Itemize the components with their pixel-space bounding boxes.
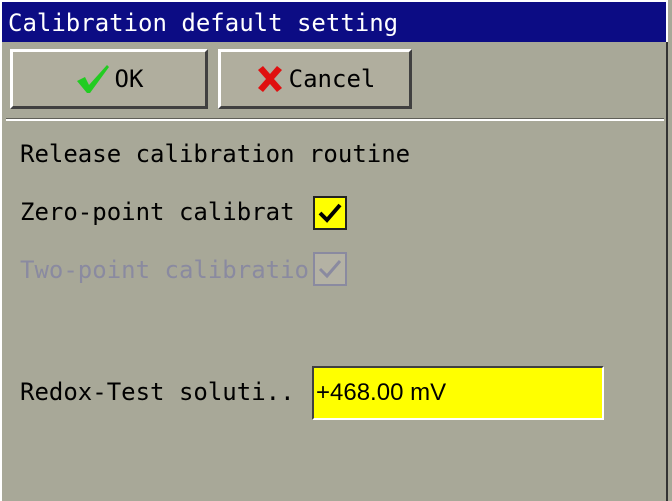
section-heading: Release calibration routine (20, 140, 411, 168)
cancel-button[interactable]: Cancel (218, 49, 412, 109)
toolbar-divider (6, 118, 664, 121)
zero-point-checkbox[interactable] (313, 196, 347, 230)
two-point-checkbox (313, 252, 347, 286)
zero-point-label: Zero-point calibrat (20, 198, 295, 226)
ok-button-label: OK (114, 65, 144, 93)
redox-label: Redox-Test soluti.. (20, 378, 295, 406)
cancel-button-label: Cancel (288, 65, 376, 93)
checkmark-icon (76, 65, 109, 93)
two-point-label: Two-point calibratio (20, 256, 309, 284)
ok-button[interactable]: OK (10, 49, 208, 109)
redox-value-field[interactable]: +468.00 mV (312, 366, 604, 420)
checkmark-icon (318, 260, 342, 279)
window-title: Calibration default setting (0, 0, 668, 42)
checkmark-icon (318, 203, 342, 223)
x-icon (257, 66, 282, 92)
